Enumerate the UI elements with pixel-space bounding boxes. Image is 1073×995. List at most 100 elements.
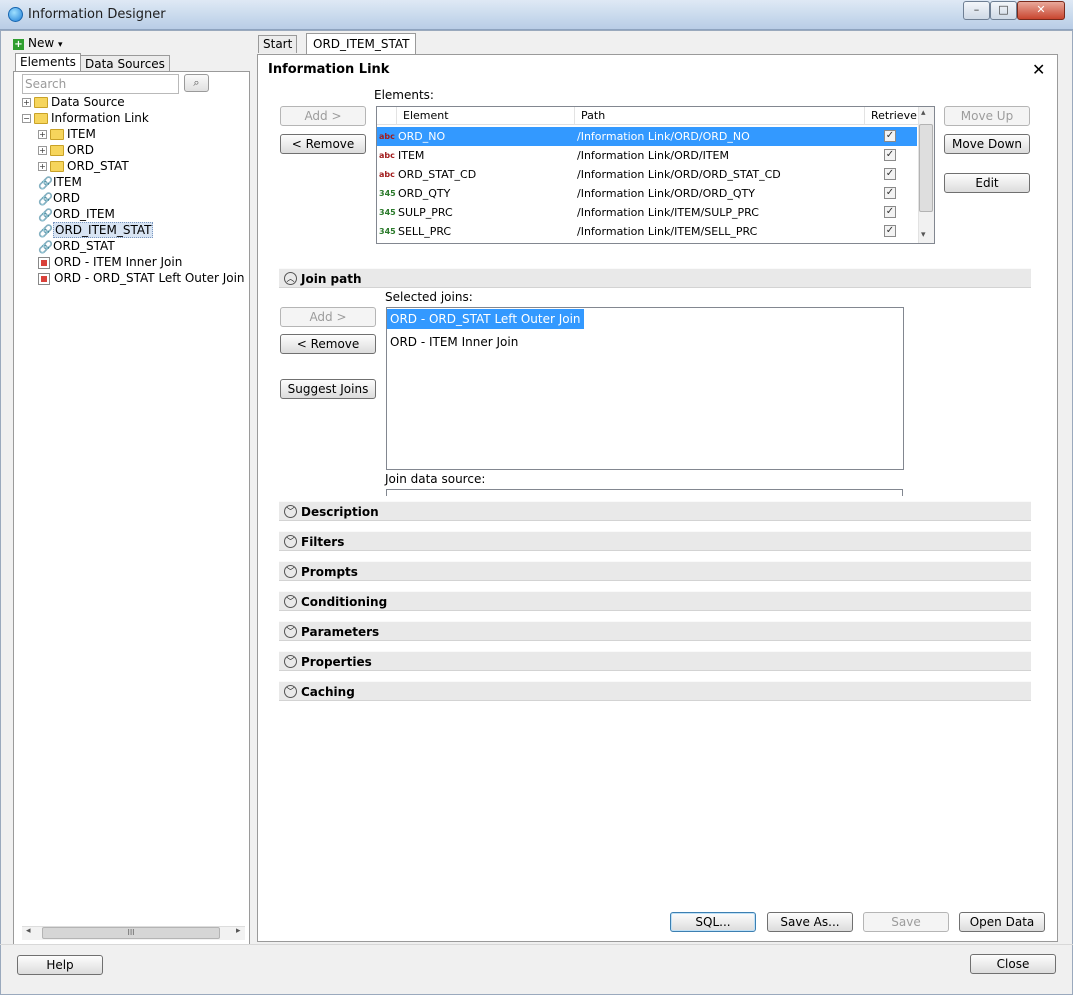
element-cell: ORD_STAT_CD: [398, 168, 477, 181]
maximize-button[interactable]: □: [990, 1, 1017, 20]
tab-elements[interactable]: Elements: [15, 53, 81, 72]
tree-join-ord-ord-stat[interactable]: ORD - ORD_STAT Left Outer Join: [38, 270, 249, 286]
section-description[interactable]: ﹀ Description: [279, 501, 1031, 521]
move-down-button[interactable]: Move Down: [944, 134, 1030, 154]
tree-link-ord-item[interactable]: 🔗ORD_ITEM: [38, 206, 115, 222]
help-button[interactable]: Help: [17, 955, 103, 975]
column-header-element[interactable]: Element: [397, 107, 575, 125]
list-item[interactable]: ORD - ITEM Inner Join: [387, 332, 521, 352]
edit-button[interactable]: Edit: [944, 173, 1030, 193]
retrieve-checkbox[interactable]: ✓: [884, 130, 896, 142]
retrieve-checkbox[interactable]: ✓: [884, 168, 896, 180]
scroll-down-icon[interactable]: ▾: [921, 230, 926, 240]
element-cell: SULP_PRC: [398, 206, 453, 219]
section-caching[interactable]: ﹀ Caching: [279, 681, 1031, 701]
suggest-joins-button[interactable]: Suggest Joins: [280, 379, 376, 399]
path-cell: /Information Link/ORD/ORD_NO: [577, 130, 750, 143]
link-icon: 🔗: [38, 175, 53, 190]
column-header-retrieve[interactable]: Retrieve: [865, 107, 919, 125]
section-properties[interactable]: ﹀ Properties: [279, 651, 1031, 671]
move-up-button[interactable]: Move Up: [944, 106, 1030, 126]
join-data-source-label: Join data source:: [385, 472, 486, 486]
section-filters[interactable]: ﹀ Filters: [279, 531, 1031, 551]
section-conditioning[interactable]: ﹀ Conditioning: [279, 591, 1031, 611]
tree-folder-ord-stat[interactable]: + ORD_STAT: [38, 158, 129, 174]
section-parameters[interactable]: ﹀ Parameters: [279, 621, 1031, 641]
window-title: Information Designer: [28, 7, 166, 22]
save-button[interactable]: Save: [863, 912, 949, 932]
open-data-button[interactable]: Open Data: [959, 912, 1045, 932]
chevron-down-icon: ﹀: [284, 625, 297, 638]
element-cell: ITEM: [398, 149, 425, 162]
numeric-type-icon: 345: [379, 208, 396, 217]
retrieve-checkbox[interactable]: ✓: [884, 225, 896, 237]
tab-start[interactable]: Start: [258, 35, 298, 53]
sql-button[interactable]: SQL...: [670, 912, 756, 932]
window-close-button[interactable]: ✕: [1017, 1, 1065, 20]
column-header-path[interactable]: Path: [575, 107, 865, 125]
table-row[interactable]: 345 SELL_PRC /Information Link/ITEM/SELL…: [377, 222, 917, 241]
new-button[interactable]: + New ▾: [13, 36, 63, 54]
tree-folder-item[interactable]: + ITEM: [38, 126, 96, 142]
list-item[interactable]: ORD - ORD_STAT Left Outer Join: [387, 309, 584, 329]
tree-link-ord-item-stat[interactable]: 🔗 ORD_ITEM_STAT: [38, 222, 154, 238]
scroll-left-icon[interactable]: ◂: [26, 926, 31, 936]
scroll-right-icon[interactable]: ▸: [236, 926, 241, 936]
add-element-button[interactable]: Add >: [280, 106, 366, 126]
retrieve-checkbox[interactable]: ✓: [884, 187, 896, 199]
path-cell: /Information Link/ITEM/SELL_PRC: [577, 225, 758, 238]
collapse-icon[interactable]: −: [22, 114, 31, 123]
minimize-button[interactable]: –: [963, 1, 990, 20]
tree-link-ord-stat[interactable]: 🔗ORD_STAT: [38, 238, 115, 254]
link-icon: 🔗: [38, 239, 53, 254]
table-row[interactable]: abc ORD_NO /Information Link/ORD/ORD_NO …: [377, 127, 917, 146]
table-row[interactable]: abc ORD_STAT_CD /Information Link/ORD/OR…: [377, 165, 917, 184]
add-join-button[interactable]: Add >: [280, 307, 376, 327]
table-row[interactable]: 345 ORD_QTY /Information Link/ORD/ORD_QT…: [377, 184, 917, 203]
retrieve-checkbox[interactable]: ✓: [884, 206, 896, 218]
search-input[interactable]: Search: [22, 74, 179, 94]
close-button[interactable]: Close: [970, 954, 1056, 974]
tree-join-ord-item[interactable]: ORD - ITEM Inner Join: [38, 254, 182, 270]
folder-icon: [34, 97, 48, 108]
expand-icon[interactable]: +: [22, 98, 31, 107]
section-title: Parameters: [301, 625, 380, 639]
table-row[interactable]: abc ITEM /Information Link/ORD/ITEM ✓: [377, 146, 917, 165]
tree-link-item[interactable]: 🔗ITEM: [38, 174, 82, 190]
expand-icon[interactable]: +: [38, 162, 47, 171]
save-as-button[interactable]: Save As...: [767, 912, 853, 932]
tree-item-label-selected: ORD_ITEM_STAT: [53, 222, 154, 238]
tab-ord-item-stat[interactable]: ORD_ITEM_STAT: [306, 33, 417, 55]
tree-item-information-link[interactable]: − Information Link: [22, 110, 149, 126]
link-icon: 🔗: [38, 223, 53, 238]
tree-folder-ord[interactable]: + ORD: [38, 142, 94, 158]
remove-element-button[interactable]: < Remove: [280, 134, 366, 154]
section-title: Caching: [301, 685, 355, 699]
section-prompts[interactable]: ﹀ Prompts: [279, 561, 1031, 581]
expand-icon[interactable]: +: [38, 130, 47, 139]
tree-item-label: ORD - ITEM Inner Join: [54, 255, 183, 269]
scroll-up-icon[interactable]: ▴: [921, 108, 926, 118]
elements-table: Element Path Retrieve abc ORD_NO /Inform…: [376, 106, 935, 244]
expand-icon[interactable]: +: [38, 146, 47, 155]
chevron-down-icon: ﹀: [284, 535, 297, 548]
remove-join-button[interactable]: < Remove: [280, 334, 376, 354]
search-icon[interactable]: ⌕: [184, 74, 209, 92]
scrollbar-thumb[interactable]: [919, 124, 933, 212]
tree-item-label: ORD_STAT: [53, 239, 115, 253]
scrollbar-thumb[interactable]: III: [42, 927, 220, 939]
folder-open-icon: [34, 113, 48, 124]
link-icon: 🔗: [38, 191, 53, 206]
tree-item-label: Information Link: [51, 111, 149, 125]
tree-item-label: ITEM: [53, 175, 82, 189]
retrieve-checkbox[interactable]: ✓: [884, 149, 896, 161]
section-join-path[interactable]: ︿ Join path: [279, 268, 1031, 288]
numeric-type-icon: 345: [379, 227, 396, 236]
table-row[interactable]: 345 SULP_PRC /Information Link/ITEM/SULP…: [377, 203, 917, 222]
tree-link-ord[interactable]: 🔗ORD: [38, 190, 80, 206]
section-title: Description: [301, 505, 379, 519]
join-data-source-select[interactable]: [386, 489, 903, 496]
path-cell: /Information Link/ITEM/SULP_PRC: [577, 206, 759, 219]
close-icon[interactable]: ✕: [1032, 60, 1045, 79]
tree-item-data-source[interactable]: + Data Source: [22, 94, 125, 110]
